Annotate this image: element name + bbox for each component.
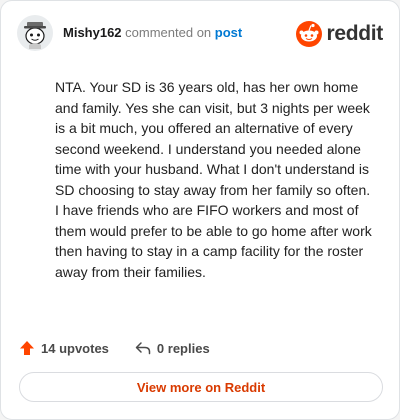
embed-card: Mishy162 commented on post reddit NTA. Y… [0,0,400,420]
comment-header: Mishy162 commented on post reddit [17,13,383,55]
reply-count: 0 replies [156,340,210,356]
post-link[interactable]: post [215,25,242,40]
reddit-wordmark: reddit [326,22,383,45]
view-more-button[interactable]: View more on Reddit [19,372,383,402]
upvote-arrow-icon [20,341,34,355]
comment-body: NTA. Your SD is 36 years old, has her ow… [55,79,372,280]
reddit-brand[interactable]: reddit [296,21,383,47]
username-link[interactable]: Mishy162 [63,25,122,40]
reply-button[interactable]: 0 replies [135,340,210,356]
reddit-logo-icon [296,21,323,47]
reply-arrow-icon [135,342,151,355]
comment-meta: Mishy162 commented on post [63,25,242,40]
upvote-count: 14 upvotes [41,340,109,356]
upvote-button[interactable]: 14 upvotes [19,340,109,356]
snoo-avatar-icon[interactable] [17,15,53,51]
action-text: commented on [125,25,212,40]
comment-actions: 14 upvotes 0 replies [19,338,236,358]
